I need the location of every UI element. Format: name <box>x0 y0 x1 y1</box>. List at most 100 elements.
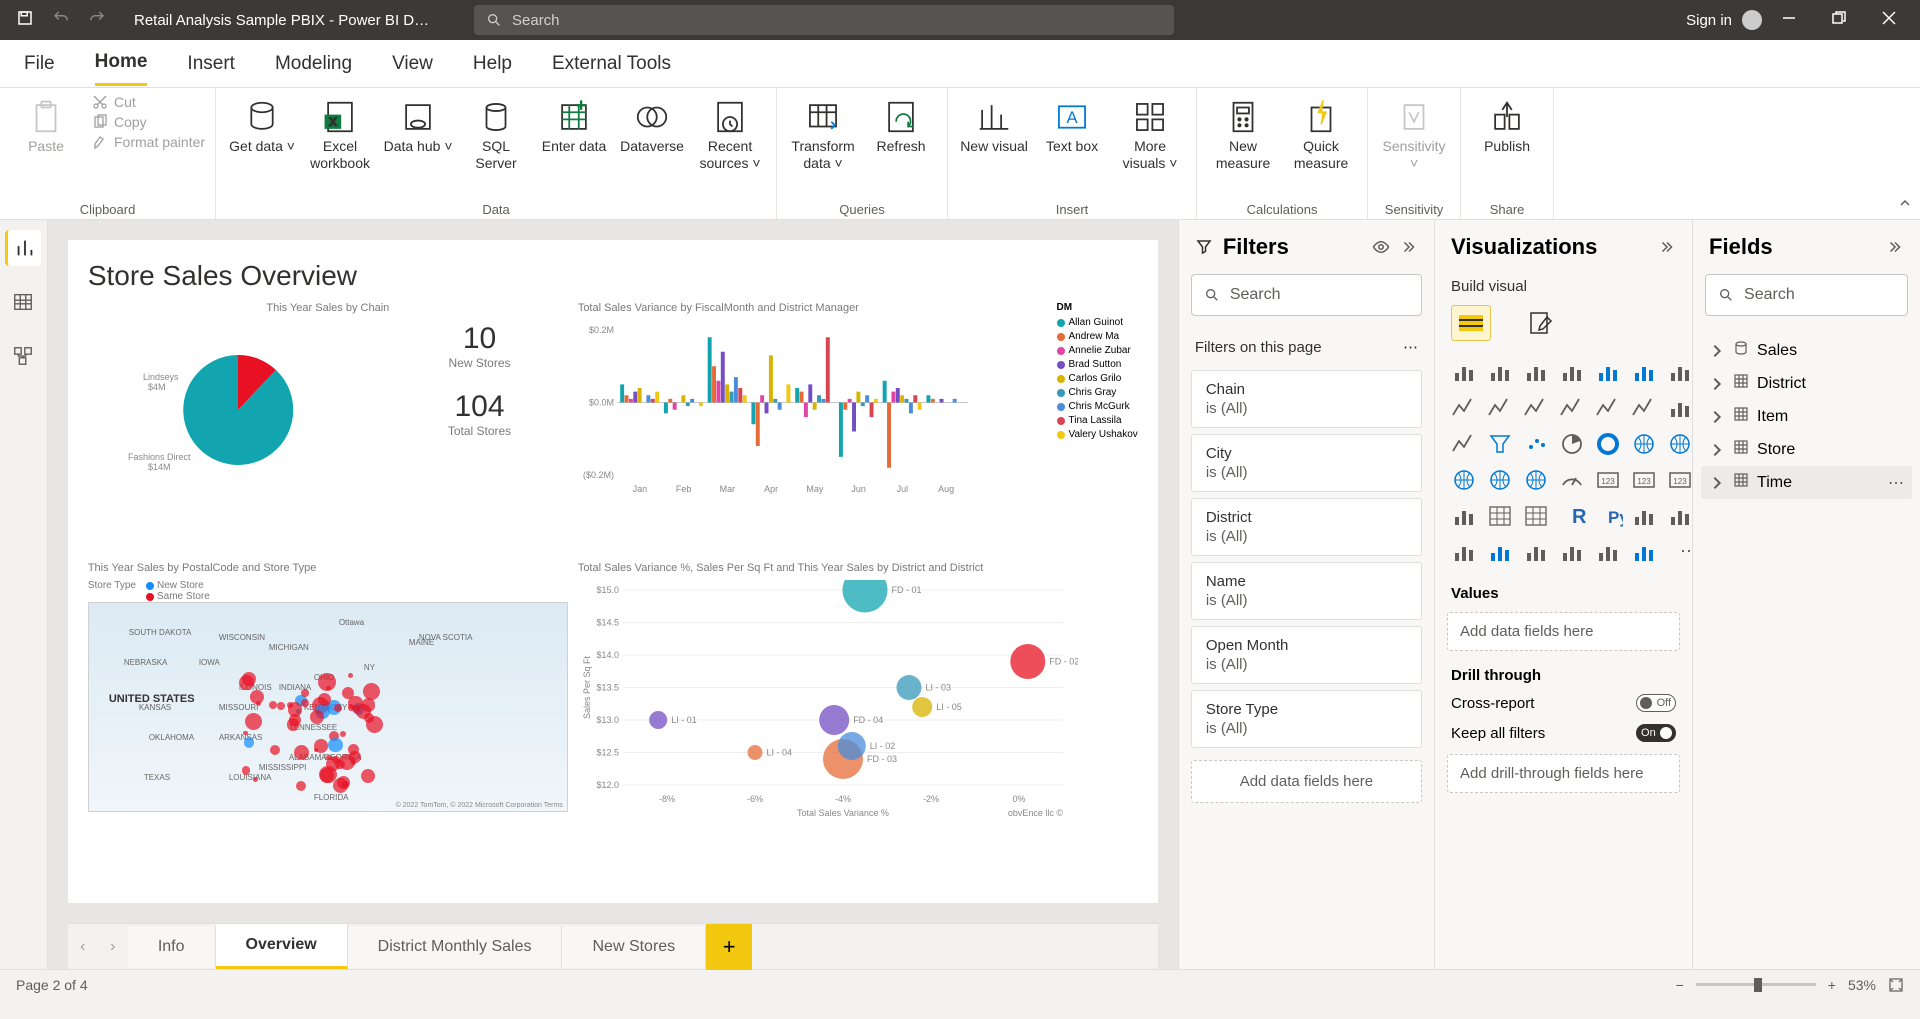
viz-line-stacked-icon[interactable] <box>1593 393 1623 423</box>
viz-arcgis-icon[interactable] <box>1557 537 1587 567</box>
redo-icon[interactable] <box>88 9 106 31</box>
excel-workbook-button[interactable]: XExcel workbook <box>304 94 376 172</box>
eye-icon[interactable] <box>1372 238 1390 256</box>
format-visual-mode[interactable] <box>1521 305 1561 341</box>
filter-card[interactable]: Open Monthis (All) <box>1191 626 1422 684</box>
viz-more-icon[interactable]: ⋯ <box>1665 537 1695 567</box>
viz-stacked-area-icon[interactable] <box>1521 393 1551 423</box>
filter-card[interactable]: Store Typeis (All) <box>1191 690 1422 748</box>
viz-column-line-icon[interactable] <box>1449 429 1479 459</box>
next-page-button[interactable]: › <box>98 932 128 962</box>
viz-azure-map-icon[interactable] <box>1485 465 1515 495</box>
collapse-panel-icon[interactable] <box>1658 238 1676 256</box>
viz-qna-icon[interactable] <box>1449 537 1479 567</box>
field-table-item[interactable]: Item <box>1701 400 1912 433</box>
filter-card[interactable]: Chainis (All) <box>1191 370 1422 428</box>
publish-button[interactable]: Publish <box>1471 94 1543 155</box>
tab-district-monthly[interactable]: District Monthly Sales <box>348 926 563 968</box>
menu-file[interactable]: File <box>24 43 55 85</box>
viz-key-influencers-icon[interactable] <box>1629 501 1659 531</box>
tab-overview[interactable]: Overview <box>216 924 348 969</box>
more-visuals-button[interactable]: More visuals ˅ <box>1114 94 1186 172</box>
quick-measure-button[interactable]: Quick measure <box>1285 94 1357 172</box>
visual-map[interactable]: This Year Sales by PostalCode and Store … <box>88 562 568 832</box>
viz-100-column-icon[interactable] <box>1629 357 1659 387</box>
map-box[interactable]: SOUTH DAKOTAWISCONSINMICHIGANNEBRASKAIOW… <box>88 602 568 812</box>
menu-modeling[interactable]: Modeling <box>275 43 352 85</box>
sensitivity-button[interactable]: Sensitivity˅ <box>1378 94 1450 172</box>
add-page-button[interactable]: + <box>706 924 752 970</box>
field-table-time[interactable]: Time⋯ <box>1701 466 1912 499</box>
viz-slicer-icon[interactable] <box>1449 501 1479 531</box>
save-icon[interactable] <box>16 9 34 31</box>
undo-icon[interactable] <box>52 9 70 31</box>
viz-kpi-icon[interactable]: 123 <box>1665 465 1695 495</box>
viz-powerautomate-icon[interactable] <box>1629 537 1659 567</box>
zoom-out-button[interactable]: − <box>1676 977 1684 993</box>
recent-sources-button[interactable]: Recent sources ˅ <box>694 94 766 172</box>
fit-to-page-icon[interactable] <box>1888 977 1904 993</box>
viz-treemap-icon[interactable] <box>1629 429 1659 459</box>
filter-card[interactable]: Districtis (All) <box>1191 498 1422 556</box>
viz-line-icon[interactable] <box>1449 393 1479 423</box>
viz-scatter-icon[interactable] <box>1521 429 1551 459</box>
close-icon[interactable] <box>1882 11 1896 29</box>
keep-filters-toggle[interactable]: On <box>1636 724 1676 742</box>
signin-button[interactable]: Sign in <box>1686 10 1762 30</box>
collapse-panel-icon[interactable] <box>1400 238 1418 256</box>
cross-report-toggle[interactable]: Off <box>1636 694 1676 712</box>
collapse-panel-icon[interactable] <box>1886 238 1904 256</box>
new-measure-button[interactable]: New measure <box>1207 94 1279 172</box>
new-visual-button[interactable]: New visual <box>958 94 1030 155</box>
tab-new-stores[interactable]: New Stores <box>562 926 706 968</box>
filters-search[interactable]: Search <box>1191 274 1422 316</box>
viz-map-icon[interactable] <box>1665 429 1695 459</box>
field-table-sales[interactable]: Sales <box>1701 334 1912 367</box>
visual-bar-variance[interactable]: Total Sales Variance by FiscalMonth and … <box>578 302 1138 552</box>
menu-external-tools[interactable]: External Tools <box>552 43 671 85</box>
viz-donut-icon[interactable] <box>1593 429 1623 459</box>
report-canvas[interactable]: Store Sales Overview This Year Sales by … <box>68 240 1158 903</box>
format-painter-button[interactable]: Format painter <box>92 134 205 150</box>
menu-view[interactable]: View <box>392 43 433 85</box>
copy-button[interactable]: Copy <box>92 114 205 130</box>
dataverse-button[interactable]: Dataverse <box>616 94 688 155</box>
maximize-icon[interactable] <box>1832 11 1846 29</box>
build-visual-mode[interactable] <box>1451 305 1491 341</box>
viz-shape-map-icon[interactable] <box>1521 465 1551 495</box>
sql-server-button[interactable]: SQL Server <box>460 94 532 172</box>
viz-pie-icon[interactable] <box>1557 429 1587 459</box>
viz-values-drop[interactable]: Add data fields here <box>1447 612 1680 651</box>
filter-card[interactable]: Cityis (All) <box>1191 434 1422 492</box>
cut-button[interactable]: Cut <box>92 94 205 110</box>
viz-powerapps-icon[interactable] <box>1593 537 1623 567</box>
enter-data-button[interactable]: Enter data <box>538 94 610 155</box>
visual-pie-kpi[interactable]: This Year Sales by Chain Lindseys $4M Fa… <box>88 302 568 552</box>
filters-drop-hint[interactable]: Add data fields here <box>1191 760 1422 803</box>
refresh-button[interactable]: Refresh <box>865 94 937 155</box>
viz-table-icon[interactable] <box>1485 501 1515 531</box>
viz-area-icon[interactable] <box>1485 393 1515 423</box>
paste-button[interactable]: Paste <box>10 94 82 155</box>
viz-clustered-bar-icon[interactable] <box>1521 357 1551 387</box>
menu-help[interactable]: Help <box>473 43 512 85</box>
viz-drill-drop[interactable]: Add drill-through fields here <box>1447 754 1680 793</box>
field-table-district[interactable]: District <box>1701 367 1912 400</box>
viz-filled-map-icon[interactable] <box>1449 465 1479 495</box>
get-data-button[interactable]: Get data ˅ <box>226 94 298 155</box>
viz-waterfall-icon[interactable] <box>1665 393 1695 423</box>
viz-narrative-icon[interactable] <box>1485 537 1515 567</box>
prev-page-button[interactable]: ‹ <box>68 932 98 962</box>
viz-matrix-icon[interactable] <box>1521 501 1551 531</box>
fields-search[interactable]: Search <box>1705 274 1908 316</box>
viz-clustered-column-icon[interactable] <box>1557 357 1587 387</box>
viz-multi-card-icon[interactable]: 123 <box>1629 465 1659 495</box>
visual-scatter[interactable]: Total Sales Variance %, Sales Per Sq Ft … <box>578 562 1138 832</box>
viz-decomp-icon[interactable] <box>1665 501 1695 531</box>
viz-funnel-icon[interactable] <box>1485 429 1515 459</box>
viz-gauge-icon[interactable] <box>1557 465 1587 495</box>
transform-data-button[interactable]: Transform data ˅ <box>787 94 859 172</box>
viz-stacked-column-icon[interactable] <box>1485 357 1515 387</box>
viz-r-visual-icon[interactable]: R <box>1557 501 1587 531</box>
menu-home[interactable]: Home <box>95 41 148 86</box>
